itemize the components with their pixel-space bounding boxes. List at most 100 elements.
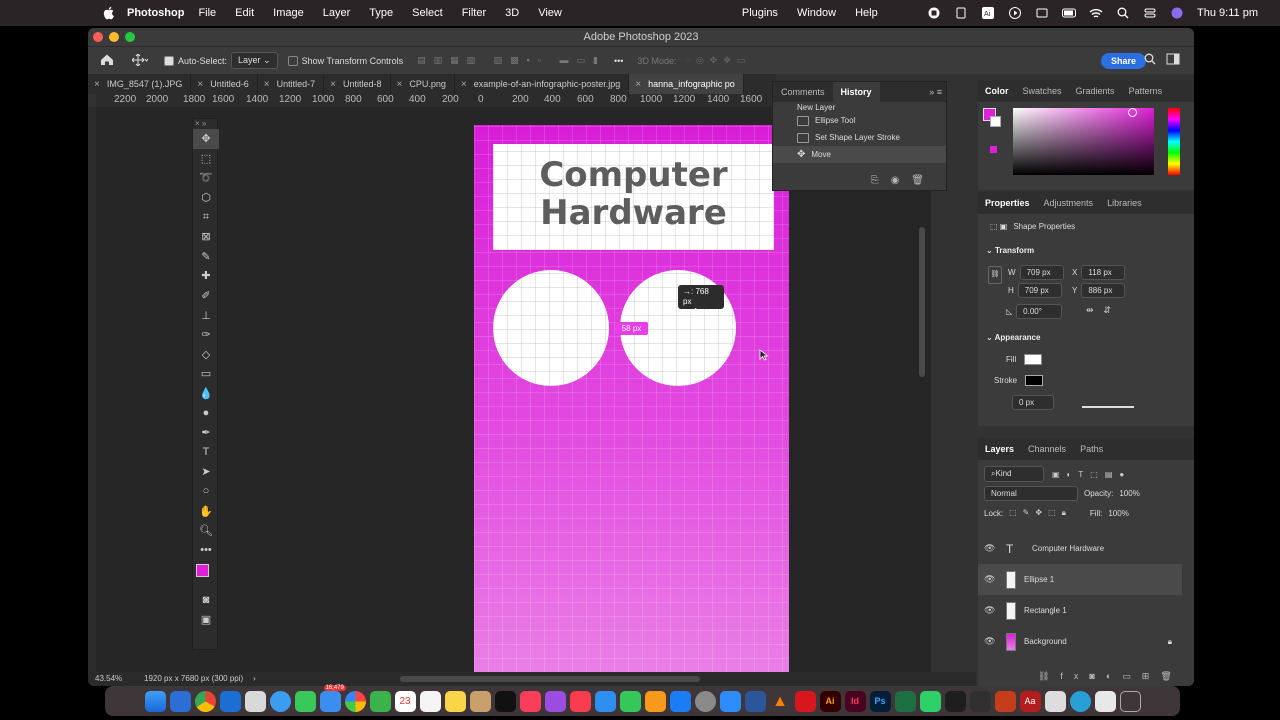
chrome-icon[interactable] [194,690,216,712]
ellipse-tool-icon[interactable]: ○ [193,482,219,502]
battery-icon[interactable] [1062,6,1077,20]
apple-icon[interactable] [99,6,119,20]
history-brush-tool-icon[interactable]: ✑ [193,325,219,345]
excel-icon[interactable] [894,690,916,712]
path-select-tool-icon[interactable]: ➤ [193,462,219,482]
document-info[interactable]: 1920 px x 7680 px (300 ppi) [144,674,243,683]
menu-view[interactable]: View [538,7,562,19]
y-field[interactable]: Y 886 px [1072,283,1126,298]
menu-type[interactable]: Type [369,7,393,19]
appletv-icon[interactable] [494,690,516,712]
screen-mode-icon[interactable]: ▣ [193,610,219,630]
history-item[interactable]: Set Shape Layer Stroke [773,129,946,146]
align-buttons-group[interactable]: ▤▥▦▧ ▨▩▪▫ ▬▭▮ [417,55,606,66]
terminal-icon[interactable] [944,690,966,712]
history-item[interactable]: New Layer [773,102,946,112]
play-icon[interactable] [1008,6,1022,20]
tab-paths[interactable]: Paths [1073,444,1110,454]
acrobat-icon[interactable] [794,690,816,712]
appearance-section-header[interactable]: ⌄ Appearance [986,333,1040,342]
mail-icon[interactable]: 16,479 [319,684,346,712]
close-tab-icon[interactable]: × [264,79,270,90]
indesign-icon[interactable]: Id [844,690,866,712]
doc-tab[interactable]: × IMG_8547 (1).JPG [88,74,192,94]
collapse-panel-icon[interactable]: × » [193,119,217,129]
history-actions[interactable]: ⎘◉🗑︎ [871,175,936,186]
color-picker-field[interactable] [1013,108,1154,175]
title-rectangle[interactable]: Computer Hardware [493,144,774,250]
brush-tool-icon[interactable]: ✐ [193,286,219,306]
vertical-scrollbar[interactable] [919,227,925,377]
outlook-icon[interactable] [169,690,191,712]
layer-row[interactable]: 👁︎ Background 🔒︎ [978,626,1182,657]
stroke-swatch[interactable] [1025,375,1044,386]
menu-image[interactable]: Image [273,7,304,19]
zoom-icon[interactable] [719,690,741,712]
tab-swatches[interactable]: Swatches [1016,86,1069,96]
color-swatches[interactable] [193,560,217,590]
blend-mode-dropdown[interactable]: Normal [984,486,1078,501]
minimize-window-button[interactable] [109,32,119,42]
wifi-icon[interactable] [1089,6,1103,20]
dictionary-icon[interactable]: Aa [1019,690,1041,712]
search-icon[interactable] [1116,6,1130,20]
browser-icon[interactable] [1069,690,1091,712]
close-window-button[interactable] [93,32,103,42]
crop-tool-icon[interactable]: ⌗ [193,207,219,227]
stamp-tool-icon[interactable]: ⊥ [193,305,219,325]
move-tool-icon[interactable]: ✥ [193,129,219,149]
menu-filter[interactable]: Filter [462,7,486,19]
doc-tab[interactable]: × Untitled-6 [191,74,258,94]
photoshop-icon[interactable]: Ps [869,690,891,712]
trash-icon[interactable] [1119,690,1141,712]
bg-color-chip[interactable] [990,116,1001,127]
keynote-icon[interactable] [594,690,616,712]
network-icon[interactable] [219,690,241,712]
facetime-icon[interactable] [369,690,391,712]
close-tab-icon[interactable]: × [330,79,336,90]
show-transform-checkbox[interactable] [287,55,298,66]
layer-row[interactable]: 👁︎ Rectangle 1 [978,595,1182,626]
marquee-tool-icon[interactable]: ⬚ [193,149,219,169]
close-tab-icon[interactable]: × [94,79,100,90]
zoom-level[interactable]: 43.54% [95,674,122,683]
illustrator-icon[interactable]: Ai [819,690,841,712]
numbers-icon[interactable] [619,690,641,712]
control-center-icon[interactable] [1143,6,1157,20]
menu-window[interactable]: Window [797,7,836,19]
fill-swatch[interactable] [1024,354,1043,365]
menu-edit[interactable]: Edit [235,7,254,19]
reminders-icon[interactable] [419,690,441,712]
zoom-window-button[interactable] [125,32,135,42]
close-tab-icon[interactable]: × [397,79,403,90]
tab-history[interactable]: History [832,82,880,102]
healing-brush-tool-icon[interactable]: ✚ [193,266,219,286]
gradient-tool-icon[interactable]: ▭ [193,364,219,384]
layer-filter-dropdown[interactable]: ⌕Kind [984,466,1044,482]
preview-icon[interactable] [1044,690,1066,712]
ellipse-left[interactable] [493,270,609,386]
lasso-tool-icon[interactable]: ➰ [193,168,219,188]
status-arrow-icon[interactable]: › [253,674,256,683]
doc-tab[interactable]: × example-of-an-infographic-poster.jpg [455,74,630,94]
lock-icons[interactable]: ⬚✎✥⬚🔒︎ [1009,508,1072,518]
visibility-eye-icon[interactable]: 👁︎ [984,574,998,585]
visibility-eye-icon[interactable]: 👁︎ [984,605,998,616]
blur-tool-icon[interactable]: 💧 [193,384,219,404]
stroke-style-dropdown[interactable] [1082,398,1134,408]
color-picker-handle[interactable] [1128,108,1137,117]
tab-libraries[interactable]: Libraries [1100,198,1149,208]
tab-patterns[interactable]: Patterns [1122,86,1170,96]
type-tool-icon[interactable]: T [193,443,219,463]
visibility-eye-icon[interactable]: 👁︎ [984,543,998,554]
facetime-green-icon[interactable] [919,690,941,712]
canvas-workspace[interactable]: Computer Hardware →: 768 px ↓ : 1 px 58 … [96,107,931,672]
downloads-icon[interactable] [1094,690,1116,712]
tab-channels[interactable]: Channels [1021,444,1073,454]
contacts-icon[interactable] [469,690,491,712]
search-icon[interactable] [1144,53,1156,67]
tab-adjustments[interactable]: Adjustments [1037,198,1101,208]
doc-tab[interactable]: × Untitled-7 [258,74,325,94]
share-button[interactable]: Share [1101,53,1147,69]
layer-row[interactable]: 👁︎ T Computer Hardware [978,533,1182,564]
